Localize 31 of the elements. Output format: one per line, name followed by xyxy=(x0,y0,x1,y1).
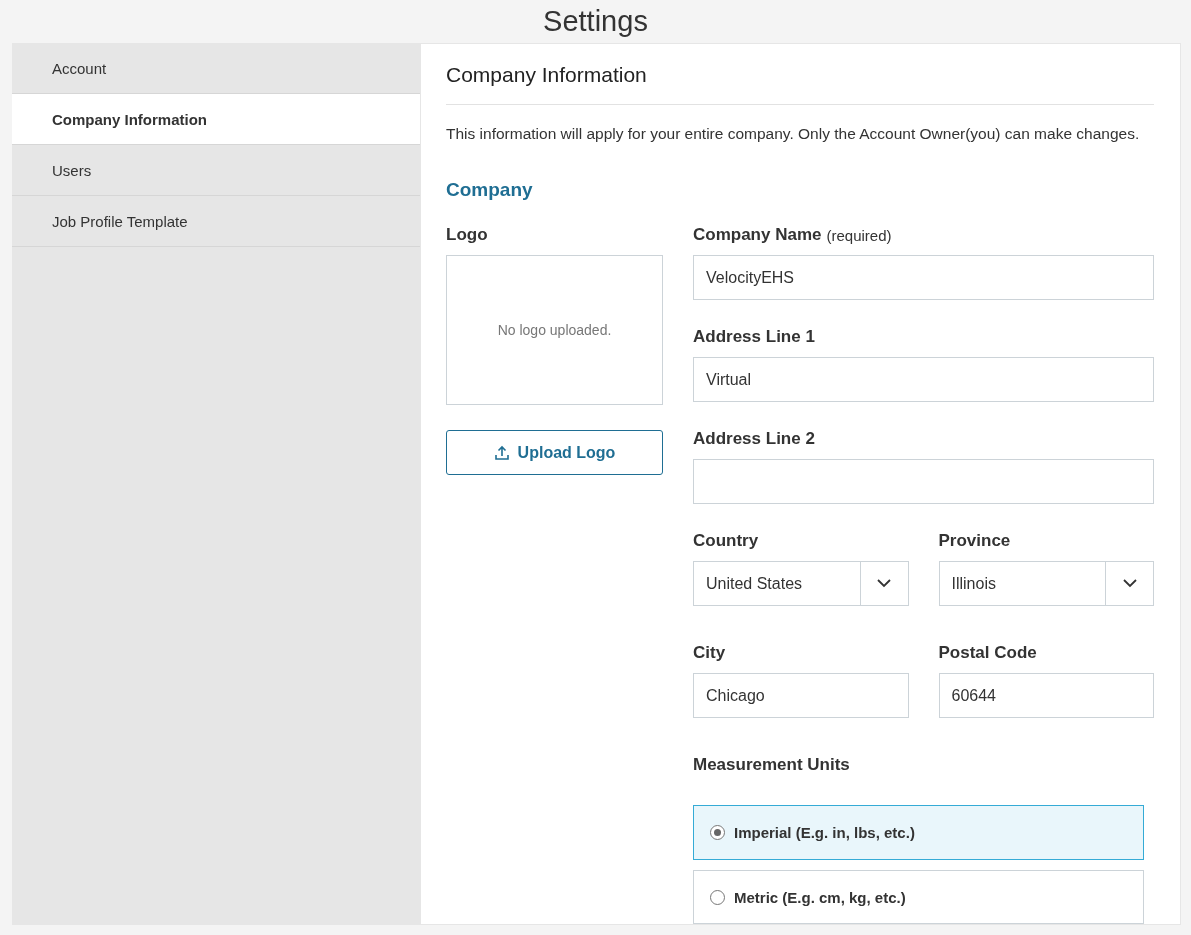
text-field[interactable]: VelocityEHS xyxy=(693,255,1154,300)
empty-logo-text: No logo uploaded. xyxy=(497,322,612,338)
text-field[interactable] xyxy=(693,459,1154,504)
field-label: Address Line 1 xyxy=(693,327,816,347)
hint-text: (required) xyxy=(826,226,892,244)
chevron-down-icon xyxy=(877,579,891,588)
select-field[interactable]: Illinois xyxy=(938,561,1154,606)
field-label: Country xyxy=(693,531,760,551)
page-title: Settings xyxy=(542,4,649,39)
radio-button[interactable] xyxy=(710,889,725,905)
field-label: Logo xyxy=(446,225,489,245)
upload-icon xyxy=(493,444,510,461)
radio-option[interactable]: Imperial (E.g. in, lbs, etc.) xyxy=(693,805,1144,860)
panel-title: Company Information xyxy=(446,44,1154,105)
field-label: City xyxy=(693,643,727,663)
upload-logo-button[interactable]: Upload Logo xyxy=(446,430,663,475)
select-field[interactable]: United States xyxy=(693,561,909,606)
sidebar-item[interactable]: Company Information xyxy=(12,94,420,145)
field-label: Postal Code xyxy=(938,643,1038,663)
section-title: Company xyxy=(446,179,534,201)
text-field[interactable]: Chicago xyxy=(693,673,909,718)
field-label: Measurement Units xyxy=(693,755,851,775)
text-field[interactable]: Virtual xyxy=(693,357,1154,402)
text-field[interactable]: 60644 xyxy=(938,673,1154,718)
radio-button[interactable] xyxy=(710,825,725,840)
field-label: Address Line 2 xyxy=(693,429,816,449)
description-text: This information will apply for your entire company. Only the Account Owner(you) can make changes. xyxy=(446,124,1141,144)
radio-option[interactable]: Metric (E.g. cm, kg, etc.) xyxy=(693,870,1144,924)
field-label: Company Name (required) xyxy=(693,225,893,245)
field-label: Province xyxy=(938,531,1012,551)
chevron-down-icon xyxy=(1122,579,1137,588)
